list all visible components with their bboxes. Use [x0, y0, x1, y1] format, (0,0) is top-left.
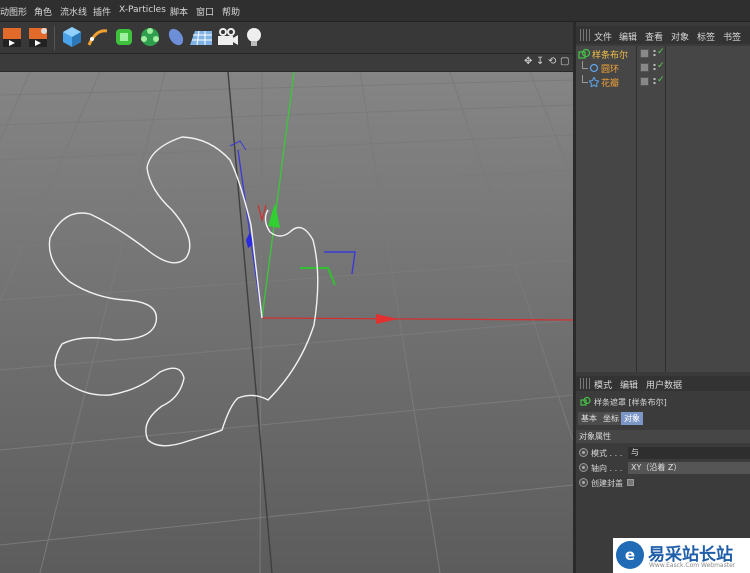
array-icon[interactable] [138, 25, 162, 49]
move-view-icon[interactable]: ✥ [524, 57, 534, 67]
om-menu-tags[interactable]: 标签 [697, 30, 715, 43]
object-manager: 文件 编辑 查看 对象 标签 书签 样条布尔 ✓ 圆环 ✓ 花瓣 ✓ [576, 22, 750, 372]
object-row[interactable]: 圆环 ✓ [576, 61, 750, 75]
om-menu-object[interactable]: 对象 [671, 30, 689, 43]
render-view-icon[interactable] [1, 25, 25, 49]
field-label: 轴向 . . . [591, 464, 623, 473]
attribute-manager-menu: 模式 编辑 用户数据 [576, 376, 750, 391]
am-menu-mode[interactable]: 模式 [594, 378, 612, 391]
tab-basic[interactable]: 基本 [578, 412, 600, 425]
animate-radio[interactable] [579, 478, 588, 487]
layer-box[interactable] [640, 77, 649, 86]
viewport-header: ✥ ↧ ⟲ ▢ [0, 54, 573, 72]
cube-icon[interactable] [60, 25, 84, 49]
object-name[interactable]: 花瓣 [601, 76, 619, 89]
object-list[interactable]: 样条布尔 ✓ 圆环 ✓ 花瓣 ✓ [576, 46, 750, 372]
section-header: 对象属性 [576, 430, 750, 443]
deformer-icon[interactable] [164, 25, 188, 49]
watermark: e 易采站长站 Www.Easck.Com Webmaster [613, 538, 750, 573]
am-menu-userdata[interactable]: 用户数据 [646, 378, 682, 391]
tab-coord[interactable]: 坐标 [600, 412, 622, 425]
object-row[interactable]: 花瓣 ✓ [576, 75, 750, 89]
enabled-check-icon[interactable]: ✓ [657, 75, 665, 85]
animate-radio[interactable] [579, 448, 588, 457]
menu-script[interactable]: 脚本 [170, 5, 188, 18]
object-name[interactable]: 圆环 [601, 62, 619, 75]
rotate-view-icon[interactable]: ⟲ [548, 57, 558, 67]
light-icon[interactable] [242, 25, 266, 49]
object-manager-menu: 文件 编辑 查看 对象 标签 书签 [576, 26, 750, 44]
viewport-canvas [0, 72, 573, 573]
axis-select[interactable]: XY（沿着 Z） [628, 462, 750, 474]
spline-mask-icon [578, 48, 590, 59]
om-menu-file[interactable]: 文件 [594, 30, 612, 43]
menu-help[interactable]: 帮助 [222, 5, 240, 18]
layer-box[interactable] [640, 63, 649, 72]
tab-object[interactable]: 对象 [621, 412, 643, 425]
circle-icon [589, 63, 599, 73]
field-label: 模式 . . . [591, 449, 623, 458]
create-cap-checkbox[interactable] [627, 479, 634, 486]
menu-bar: 动图形 角色 流水线 插件 X-Particles 脚本 窗口 帮助 [0, 0, 750, 22]
watermark-logo-icon: e [616, 541, 644, 569]
render-settings-icon[interactable] [27, 25, 51, 49]
attr-row-cap: 创建封盖 [576, 476, 750, 490]
layer-box[interactable] [640, 49, 649, 58]
subdivision-icon[interactable] [112, 25, 136, 49]
attribute-title: 样条遮罩 [样条布尔] [594, 398, 667, 407]
maximize-view-icon[interactable]: ▢ [560, 57, 570, 67]
mode-select[interactable]: 与 [628, 447, 750, 459]
flower-icon [589, 77, 599, 87]
om-menu-view[interactable]: 查看 [645, 30, 663, 43]
section-title: 对象属性 [579, 432, 611, 441]
om-menu-bookmarks[interactable]: 书签 [723, 30, 741, 43]
spline-mask-icon [580, 396, 591, 406]
om-menu-edit[interactable]: 编辑 [619, 30, 637, 43]
attr-row-mode: 模式 . . . 与 [576, 446, 750, 460]
menu-x-particles[interactable]: X-Particles [119, 5, 166, 15]
grip-icon[interactable] [580, 378, 590, 389]
grip-icon[interactable] [580, 29, 590, 41]
menu-pipeline[interactable]: 流水线 [60, 5, 87, 18]
attr-row-axis: 轴向 . . . XY（沿着 Z） [576, 461, 750, 475]
enabled-check-icon[interactable]: ✓ [657, 47, 665, 57]
floor-icon[interactable] [189, 25, 213, 49]
menu-character[interactable]: 角色 [34, 5, 52, 18]
enabled-check-icon[interactable]: ✓ [657, 61, 665, 71]
camera-icon[interactable] [215, 25, 239, 49]
menu-mograph[interactable]: 动图形 [0, 5, 27, 18]
3d-viewport[interactable] [0, 72, 573, 573]
animate-radio[interactable] [579, 463, 588, 472]
menu-window[interactable]: 窗口 [196, 5, 214, 18]
menu-plugins[interactable]: 插件 [93, 5, 111, 18]
main-toolbar [0, 22, 573, 54]
pen-spline-icon[interactable] [86, 25, 110, 49]
zoom-view-icon[interactable]: ↧ [536, 57, 546, 67]
object-name[interactable]: 样条布尔 [592, 48, 628, 61]
object-row[interactable]: 样条布尔 ✓ [576, 47, 750, 61]
am-menu-edit[interactable]: 编辑 [620, 378, 638, 391]
watermark-subtext: Www.Easck.Com Webmaster [649, 562, 736, 569]
field-label: 创建封盖 [591, 479, 623, 488]
